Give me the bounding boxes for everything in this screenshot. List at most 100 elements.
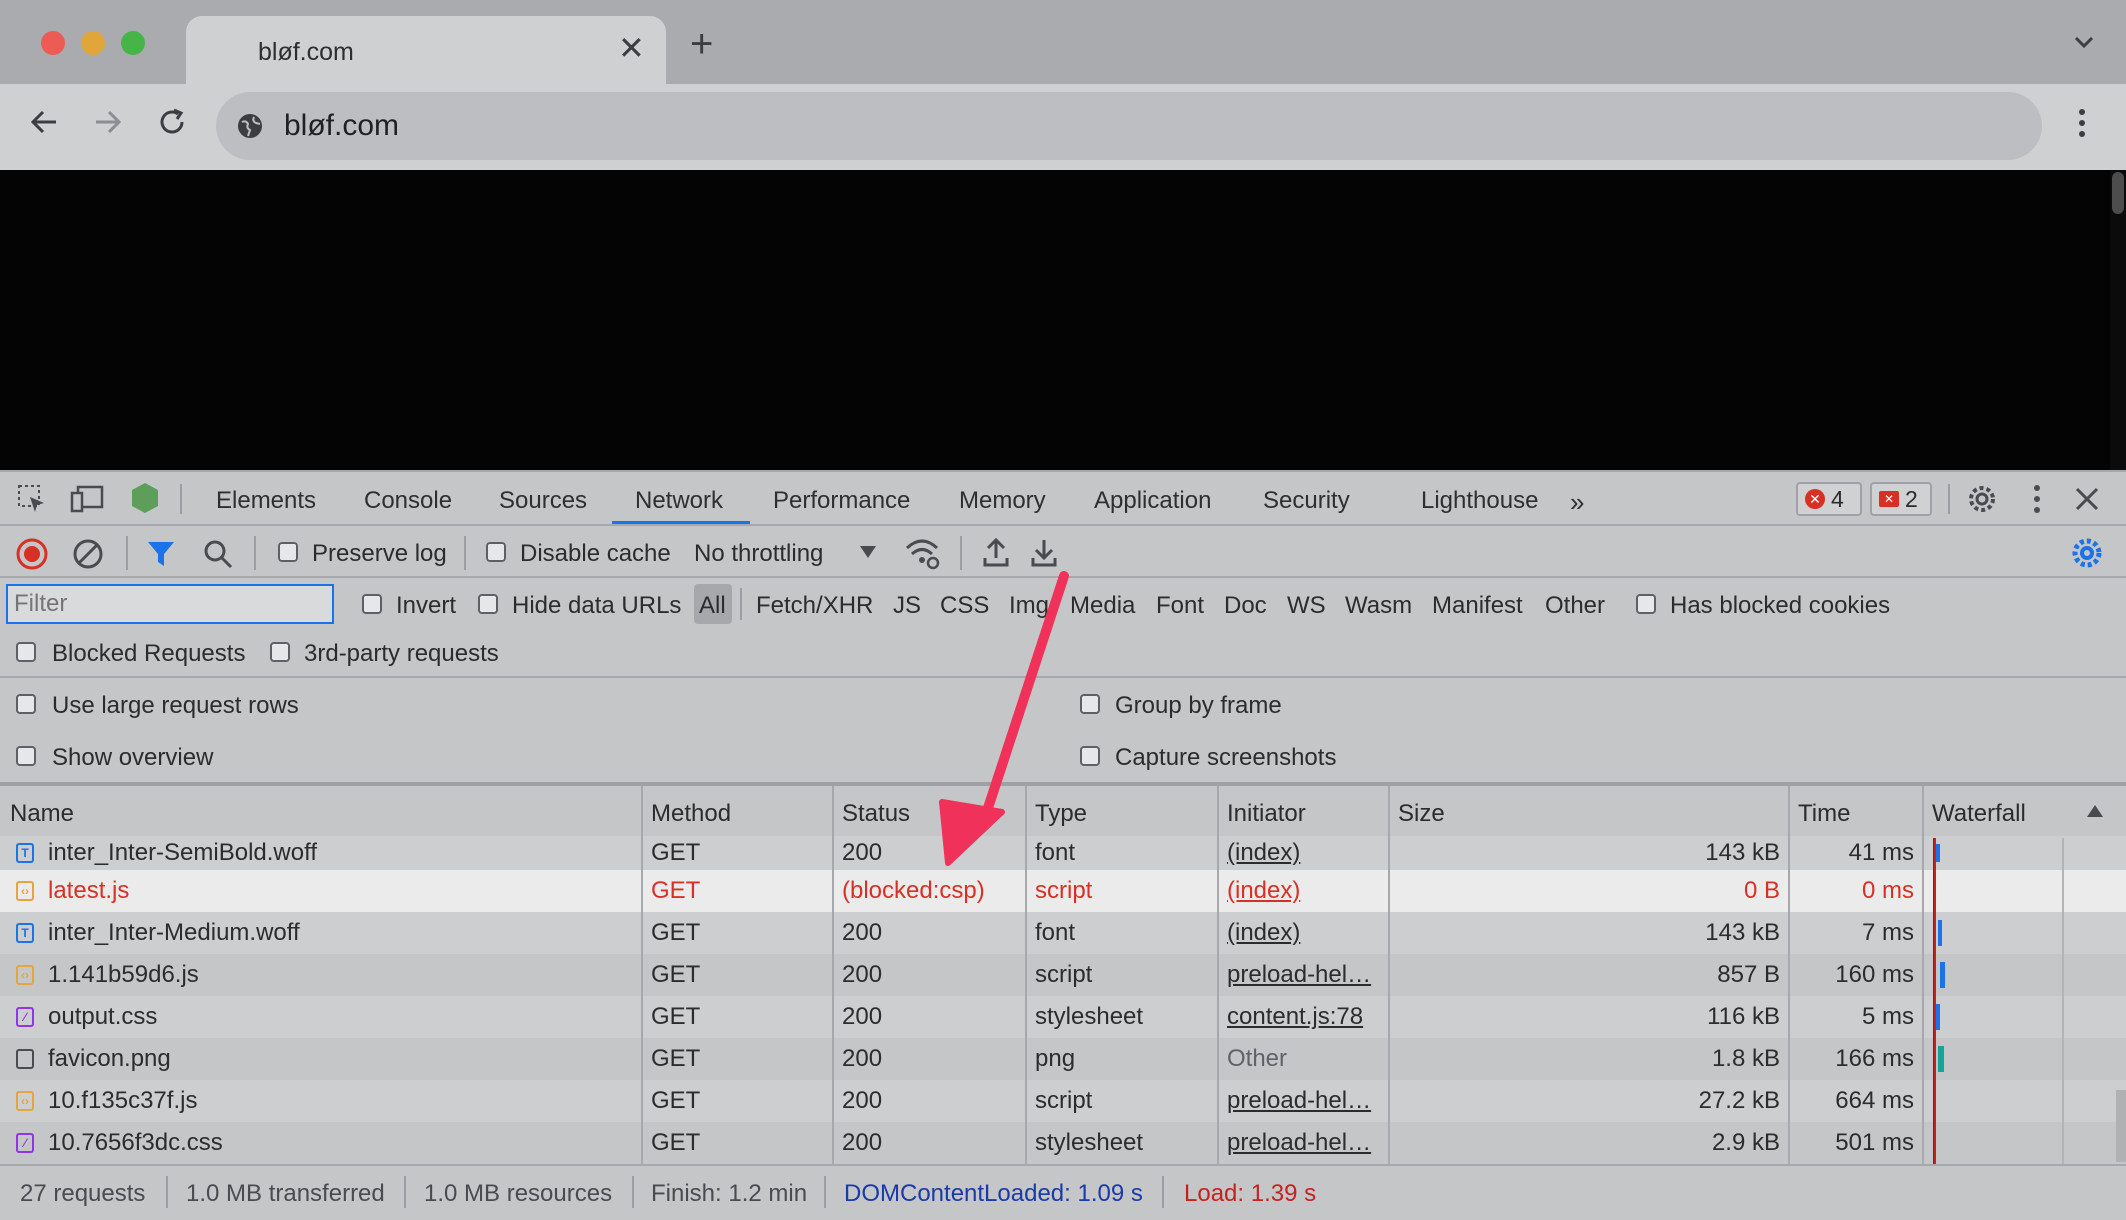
request-name[interactable]: 10.f135c37f.js (48, 1087, 197, 1115)
script-file-icon: ‹› (16, 965, 34, 985)
close-window-button[interactable] (41, 31, 65, 55)
request-status: 200 (842, 1087, 883, 1114)
tab-network[interactable]: Network (635, 487, 723, 515)
stop-recording-icon[interactable] (16, 538, 48, 570)
request-initiator[interactable]: content.js:78 (1227, 1003, 1363, 1031)
type-filter-doc[interactable]: Doc (1224, 592, 1267, 620)
tab-lighthouse[interactable]: Lighthouse (1421, 487, 1538, 515)
sort-ascending-icon[interactable] (2086, 804, 2104, 818)
request-initiator[interactable]: preload-hel… (1227, 961, 1371, 989)
clear-icon[interactable] (72, 538, 104, 570)
site-info-icon[interactable] (236, 112, 264, 140)
tab-performance[interactable]: Performance (773, 487, 910, 515)
network-settings-icon[interactable] (2070, 536, 2104, 570)
page-scrollbar[interactable] (2110, 170, 2126, 470)
address-bar[interactable]: bløf.com (216, 92, 2042, 160)
preserve-log-checkbox[interactable] (278, 542, 298, 562)
type-filter-js[interactable]: JS (893, 592, 921, 620)
request-initiator[interactable]: (index) (1227, 877, 1300, 905)
filter-icon[interactable] (146, 540, 176, 568)
type-filter-font[interactable]: Font (1156, 592, 1204, 620)
request-name[interactable]: favicon.png (48, 1045, 171, 1073)
request-name[interactable]: 1.141b59d6.js (48, 961, 199, 989)
back-icon[interactable] (28, 106, 60, 138)
invert-checkbox[interactable] (362, 594, 382, 614)
export-har-icon[interactable] (1030, 536, 1058, 568)
type-filter-img[interactable]: Img (1009, 592, 1049, 620)
minimize-window-button[interactable] (81, 31, 105, 55)
throttling-select[interactable]: No throttling (694, 540, 823, 568)
device-toolbar-icon[interactable] (70, 483, 106, 515)
column-header-initiator[interactable]: Initiator (1227, 800, 1306, 828)
request-name[interactable]: latest.js (48, 877, 129, 905)
request-name[interactable]: inter_Inter-SemiBold.woff (48, 839, 317, 867)
column-header-type[interactable]: Type (1035, 800, 1087, 828)
filter-input[interactable] (6, 584, 334, 624)
tab-application[interactable]: Application (1094, 487, 1211, 515)
column-header-name[interactable]: Name (10, 800, 74, 828)
chevron-down-icon[interactable] (2072, 30, 2096, 54)
gear-icon[interactable] (1966, 483, 1998, 515)
tab-sources[interactable]: Sources (499, 487, 587, 515)
disable-cache-checkbox[interactable] (486, 542, 506, 562)
group-by-frame-checkbox[interactable] (1080, 694, 1100, 714)
type-filter-all[interactable]: All (699, 592, 726, 620)
table-scrollbar[interactable] (2116, 1090, 2126, 1162)
divider (180, 484, 182, 514)
tab-memory[interactable]: Memory (959, 487, 1046, 515)
type-filter-other[interactable]: Other (1545, 592, 1605, 620)
url-text[interactable]: bløf.com (284, 109, 399, 143)
type-filter-fetch-xhr[interactable]: Fetch/XHR (756, 592, 873, 620)
request-name[interactable]: 10.7656f3dc.css (48, 1129, 223, 1157)
third-party-checkbox[interactable] (270, 642, 290, 662)
type-filter-ws[interactable]: WS (1287, 592, 1326, 620)
type-filter-media[interactable]: Media (1070, 592, 1135, 620)
has-blocked-cookies-checkbox[interactable] (1636, 594, 1656, 614)
errors-badge[interactable]: ✕ 4 (1796, 482, 1862, 516)
import-har-icon[interactable] (982, 536, 1010, 568)
request-initiator[interactable]: (index) (1227, 839, 1300, 867)
request-initiator[interactable]: (index) (1227, 919, 1300, 947)
large-rows-checkbox[interactable] (16, 694, 36, 714)
request-initiator[interactable]: preload-hel… (1227, 1087, 1371, 1115)
disable-cache-label: Disable cache (520, 540, 671, 567)
issues-badge[interactable]: ✕ 2 (1870, 482, 1932, 516)
column-header-time[interactable]: Time (1798, 800, 1850, 828)
hide-data-urls-checkbox[interactable] (478, 594, 498, 614)
browser-menu-icon[interactable] (2077, 108, 2087, 138)
blocked-requests-checkbox[interactable] (16, 642, 36, 662)
type-filter-wasm[interactable]: Wasm (1345, 592, 1412, 620)
request-name[interactable]: output.css (48, 1003, 157, 1031)
tab-elements[interactable]: Elements (216, 487, 316, 515)
load-event-line (1934, 838, 1936, 1164)
inspect-element-icon[interactable] (16, 483, 48, 515)
more-tabs-icon[interactable]: » (1570, 487, 1584, 518)
browser-tab[interactable]: bløf.com ✕ (186, 16, 666, 84)
dropdown-arrow-icon[interactable] (858, 544, 878, 560)
reload-icon[interactable] (156, 106, 188, 138)
close-devtools-icon[interactable] (2074, 486, 2100, 512)
tab-security[interactable]: Security (1263, 487, 1350, 515)
column-header-waterfall[interactable]: Waterfall (1932, 800, 2026, 828)
zoom-window-button[interactable] (121, 31, 145, 55)
search-icon[interactable] (202, 538, 234, 570)
divider (126, 536, 128, 570)
tab-console[interactable]: Console (364, 487, 452, 515)
show-overview-checkbox[interactable] (16, 746, 36, 766)
type-filter-css[interactable]: CSS (940, 592, 989, 620)
request-initiator[interactable]: preload-hel… (1227, 1129, 1371, 1157)
request-name[interactable]: inter_Inter-Medium.woff (48, 919, 300, 947)
type-filter-manifest[interactable]: Manifest (1432, 592, 1523, 620)
page-scrollbar-thumb[interactable] (2112, 172, 2124, 214)
new-tab-icon[interactable]: + (690, 24, 713, 64)
extension-hexagon-icon[interactable] (128, 481, 162, 515)
devtools-menu-icon[interactable] (2032, 484, 2042, 514)
forward-icon[interactable] (92, 106, 124, 138)
column-header-size[interactable]: Size (1398, 800, 1445, 828)
network-conditions-icon[interactable] (904, 536, 940, 570)
divider (0, 576, 2126, 578)
capture-screenshots-checkbox[interactable] (1080, 746, 1100, 766)
column-header-method[interactable]: Method (651, 800, 731, 828)
close-icon[interactable]: ✕ (618, 32, 645, 64)
column-header-status[interactable]: Status (842, 800, 910, 828)
